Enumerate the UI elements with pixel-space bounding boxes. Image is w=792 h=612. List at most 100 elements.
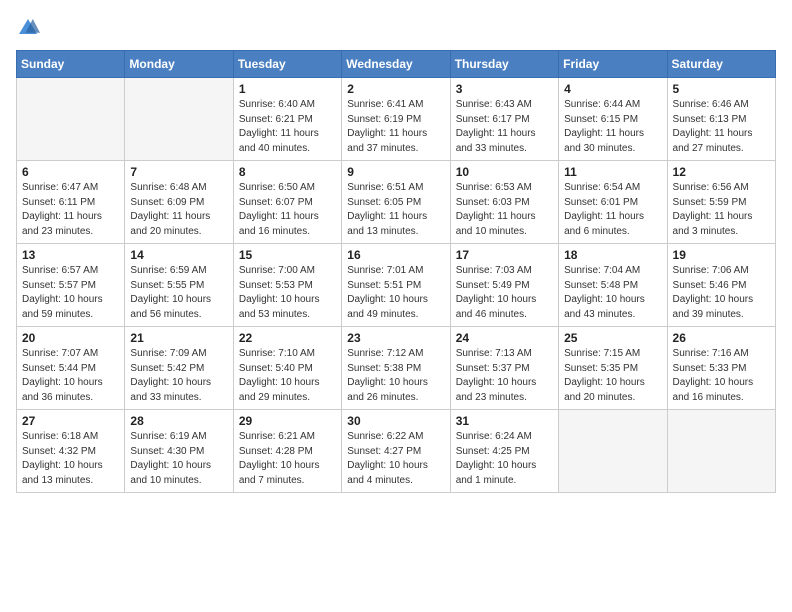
calendar-cell: 30Sunrise: 6:22 AMSunset: 4:27 PMDayligh… [342, 410, 450, 493]
calendar-cell: 11 Sunrise: 6:54 AMSunset: 6:01 PMDayligh… [559, 161, 667, 244]
day-number: 3 [456, 82, 553, 96]
day-info: Sunrise: 6:43 AMSunset: 6:17 PMDaylight:… [456, 98, 553, 156]
calendar-cell: 31 Sunrise: 6:24 AMSunset: 4:25 PMDayligh… [450, 410, 558, 493]
day-info: Sunrise: 7:00 AMSunset: 5:53 PMDaylight:… [239, 264, 336, 322]
day-number: 14 [130, 248, 227, 262]
day-number: 24 [456, 331, 553, 345]
logo [16, 16, 44, 40]
calendar-cell [17, 78, 125, 161]
day-number: 5 [673, 82, 770, 96]
day-number: 20 [22, 331, 119, 345]
calendar-header-row: SundayMondayTuesdayWednesdayThursdayFrid… [17, 51, 776, 78]
day-number: 7 [130, 165, 227, 179]
calendar-cell [125, 78, 233, 161]
day-number: 4 [564, 82, 661, 96]
calendar-cell: 1 Sunrise: 6:40 AMSunset: 6:21 PMDaylight… [233, 78, 341, 161]
day-info: Sunrise: 6:57 AMSunset: 5:57 PMDaylight:… [22, 264, 119, 322]
day-number: 18 [564, 248, 661, 262]
day-info: Sunrise: 6:59 AMSunset: 5:55 PMDaylight:… [130, 264, 227, 322]
calendar-cell: 9 Sunrise: 6:51 AMSunset: 6:05 PMDaylight… [342, 161, 450, 244]
header [16, 16, 776, 40]
calendar-week-row: 13 Sunrise: 6:57 AMSunset: 5:57 PMDayligh… [17, 244, 776, 327]
day-number: 17 [456, 248, 553, 262]
day-number: 28 [130, 414, 227, 428]
calendar-week-row: 20 Sunrise: 7:07 AMSunset: 5:44 PMDayligh… [17, 327, 776, 410]
column-header-wednesday: Wednesday [342, 51, 450, 78]
calendar-cell: 12 Sunrise: 6:56 AMSunset: 5:59 PMDayligh… [667, 161, 775, 244]
day-info: Sunrise: 7:13 AMSunset: 5:37 PMDaylight:… [456, 347, 553, 405]
day-number: 22 [239, 331, 336, 345]
day-number: 6 [22, 165, 119, 179]
day-info: Sunrise: 6:40 AMSunset: 6:21 PMDaylight:… [239, 98, 336, 156]
day-info: Sunrise: 6:56 AMSunset: 5:59 PMDaylight:… [673, 181, 770, 239]
calendar-cell [559, 410, 667, 493]
day-number: 29 [239, 414, 336, 428]
calendar-cell: 24 Sunrise: 7:13 AMSunset: 5:37 PMDayligh… [450, 327, 558, 410]
calendar-cell: 20 Sunrise: 7:07 AMSunset: 5:44 PMDayligh… [17, 327, 125, 410]
day-number: 21 [130, 331, 227, 345]
column-header-monday: Monday [125, 51, 233, 78]
day-number: 8 [239, 165, 336, 179]
day-number: 27 [22, 414, 119, 428]
day-number: 19 [673, 248, 770, 262]
day-info: Sunrise: 6:46 AMSunset: 6:13 PMDaylight:… [673, 98, 770, 156]
day-info: Sunrise: 6:47 AMSunset: 6:11 PMDaylight:… [22, 181, 119, 239]
day-info: Sunrise: 7:09 AMSunset: 5:42 PMDaylight:… [130, 347, 227, 405]
day-info: Sunrise: 6:54 AMSunset: 6:01 PMDaylight:… [564, 181, 661, 239]
day-number: 15 [239, 248, 336, 262]
day-number: 9 [347, 165, 444, 179]
calendar-cell: 6 Sunrise: 6:47 AMSunset: 6:11 PMDaylight… [17, 161, 125, 244]
day-info: Sunrise: 7:10 AMSunset: 5:40 PMDaylight:… [239, 347, 336, 405]
calendar-cell: 13 Sunrise: 6:57 AMSunset: 5:57 PMDayligh… [17, 244, 125, 327]
day-info: Sunrise: 7:12 AMSunset: 5:38 PMDaylight:… [347, 347, 444, 405]
calendar-cell: 8Sunrise: 6:50 AMSunset: 6:07 PMDaylight… [233, 161, 341, 244]
calendar-cell: 26 Sunrise: 7:16 AMSunset: 5:33 PMDayligh… [667, 327, 775, 410]
calendar-week-row: 27 Sunrise: 6:18 AMSunset: 4:32 PMDayligh… [17, 410, 776, 493]
day-info: Sunrise: 7:16 AMSunset: 5:33 PMDaylight:… [673, 347, 770, 405]
calendar-cell: 28 Sunrise: 6:19 AMSunset: 4:30 PMDayligh… [125, 410, 233, 493]
calendar-cell: 17 Sunrise: 7:03 AMSunset: 5:49 PMDayligh… [450, 244, 558, 327]
day-info: Sunrise: 6:53 AMSunset: 6:03 PMDaylight:… [456, 181, 553, 239]
day-info: Sunrise: 7:07 AMSunset: 5:44 PMDaylight:… [22, 347, 119, 405]
day-info: Sunrise: 6:18 AMSunset: 4:32 PMDaylight:… [22, 430, 119, 488]
day-info: Sunrise: 6:19 AMSunset: 4:30 PMDaylight:… [130, 430, 227, 488]
calendar-cell: 22 Sunrise: 7:10 AMSunset: 5:40 PMDayligh… [233, 327, 341, 410]
calendar-cell: 23 Sunrise: 7:12 AMSunset: 5:38 PMDayligh… [342, 327, 450, 410]
logo-icon [16, 16, 40, 40]
day-info: Sunrise: 7:15 AMSunset: 5:35 PMDaylight:… [564, 347, 661, 405]
column-header-friday: Friday [559, 51, 667, 78]
column-header-tuesday: Tuesday [233, 51, 341, 78]
day-number: 25 [564, 331, 661, 345]
column-header-saturday: Saturday [667, 51, 775, 78]
day-number: 30 [347, 414, 444, 428]
day-number: 12 [673, 165, 770, 179]
calendar-table: SundayMondayTuesdayWednesdayThursdayFrid… [16, 50, 776, 493]
day-number: 10 [456, 165, 553, 179]
day-info: Sunrise: 6:24 AMSunset: 4:25 PMDaylight:… [456, 430, 553, 488]
day-number: 31 [456, 414, 553, 428]
day-info: Sunrise: 7:06 AMSunset: 5:46 PMDaylight:… [673, 264, 770, 322]
day-number: 2 [347, 82, 444, 96]
calendar-cell: 16Sunrise: 7:01 AMSunset: 5:51 PMDayligh… [342, 244, 450, 327]
calendar-cell: 19 Sunrise: 7:06 AMSunset: 5:46 PMDayligh… [667, 244, 775, 327]
calendar-cell: 4 Sunrise: 6:44 AMSunset: 6:15 PMDaylight… [559, 78, 667, 161]
day-number: 23 [347, 331, 444, 345]
day-info: Sunrise: 6:44 AMSunset: 6:15 PMDaylight:… [564, 98, 661, 156]
day-number: 1 [239, 82, 336, 96]
day-info: Sunrise: 6:21 AMSunset: 4:28 PMDaylight:… [239, 430, 336, 488]
day-info: Sunrise: 6:51 AMSunset: 6:05 PMDaylight:… [347, 181, 444, 239]
calendar-cell: 29 Sunrise: 6:21 AMSunset: 4:28 PMDayligh… [233, 410, 341, 493]
calendar-week-row: 6 Sunrise: 6:47 AMSunset: 6:11 PMDaylight… [17, 161, 776, 244]
day-number: 13 [22, 248, 119, 262]
day-number: 11 [564, 165, 661, 179]
day-info: Sunrise: 7:03 AMSunset: 5:49 PMDaylight:… [456, 264, 553, 322]
day-info: Sunrise: 6:48 AMSunset: 6:09 PMDaylight:… [130, 181, 227, 239]
calendar-cell: 21 Sunrise: 7:09 AMSunset: 5:42 PMDayligh… [125, 327, 233, 410]
calendar-cell: 18Sunrise: 7:04 AMSunset: 5:48 PMDayligh… [559, 244, 667, 327]
calendar-cell: 27 Sunrise: 6:18 AMSunset: 4:32 PMDayligh… [17, 410, 125, 493]
calendar-cell [667, 410, 775, 493]
calendar-cell: 15 Sunrise: 7:00 AMSunset: 5:53 PMDayligh… [233, 244, 341, 327]
column-header-thursday: Thursday [450, 51, 558, 78]
calendar-week-row: 1 Sunrise: 6:40 AMSunset: 6:21 PMDaylight… [17, 78, 776, 161]
day-number: 26 [673, 331, 770, 345]
